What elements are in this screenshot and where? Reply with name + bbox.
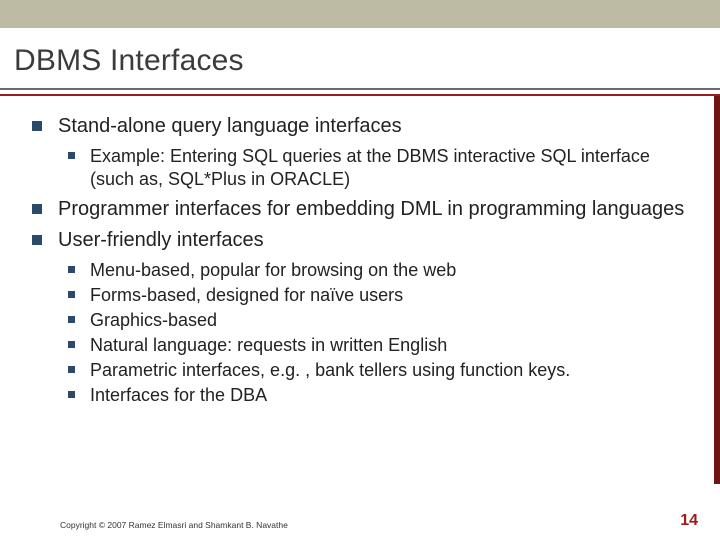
sub-bullet-list: Example: Entering SQL queries at the DBM… xyxy=(68,145,692,191)
sub-bullet-text: Parametric interfaces, e.g. , bank telle… xyxy=(90,359,692,382)
sub-bullet-text: Forms-based, designed for naïve users xyxy=(90,284,692,307)
sub-bullet-text: Menu-based, popular for browsing on the … xyxy=(90,259,692,282)
list-item: Parametric interfaces, e.g. , bank telle… xyxy=(68,359,692,382)
list-item: Forms-based, designed for naïve users xyxy=(68,284,692,307)
content-area: Stand-alone query language interfaces Ex… xyxy=(0,96,720,484)
list-item: Interfaces for the DBA xyxy=(68,384,692,407)
sub-bullet-list: Menu-based, popular for browsing on the … xyxy=(68,259,692,407)
footer: Copyright © 2007 Ramez Elmasri and Shamk… xyxy=(0,512,720,530)
bullet-text: Stand-alone query language interfaces xyxy=(58,114,692,139)
bullet-text: Programmer interfaces for embedding DML … xyxy=(58,197,692,222)
title-area: DBMS Interfaces xyxy=(0,28,720,88)
list-item: Natural language: requests in written En… xyxy=(68,334,692,357)
sub-bullet-text: Example: Entering SQL queries at the DBM… xyxy=(90,145,692,191)
bullet-text: User-friendly interfaces xyxy=(58,228,692,253)
list-item: Graphics-based xyxy=(68,309,692,332)
sub-bullet-text: Interfaces for the DBA xyxy=(90,384,692,407)
copyright-text: Copyright © 2007 Ramez Elmasri and Shamk… xyxy=(60,520,288,530)
list-item: User-friendly interfaces Menu-based, pop… xyxy=(32,228,692,407)
list-item: Menu-based, popular for browsing on the … xyxy=(68,259,692,282)
page-number: 14 xyxy=(680,512,698,530)
top-banner xyxy=(0,0,720,28)
bullet-list: Stand-alone query language interfaces Ex… xyxy=(32,114,692,407)
list-item: Programmer interfaces for embedding DML … xyxy=(32,197,692,222)
list-item: Example: Entering SQL queries at the DBM… xyxy=(68,145,692,191)
list-item: Stand-alone query language interfaces Ex… xyxy=(32,114,692,191)
divider-gray xyxy=(0,88,720,90)
sub-bullet-text: Graphics-based xyxy=(90,309,692,332)
slide-title: DBMS Interfaces xyxy=(14,44,706,78)
sub-bullet-text: Natural language: requests in written En… xyxy=(90,334,692,357)
